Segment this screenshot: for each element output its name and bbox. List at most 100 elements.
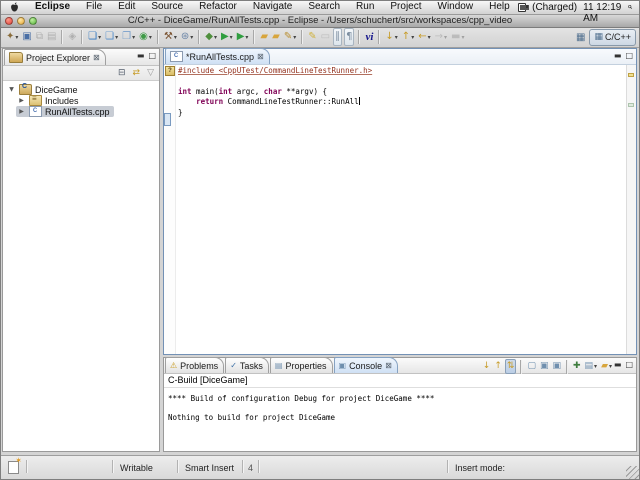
- scroll-lock-button[interactable]: ⇅: [504, 359, 517, 374]
- code-line[interactable]: }: [178, 108, 624, 118]
- back-button[interactable]: ← ▾: [417, 29, 431, 45]
- dropdown-arrow-icon[interactable]: ▾: [174, 34, 177, 41]
- tree-expand-arrow-icon[interactable]: ▶: [17, 97, 26, 104]
- menu-window[interactable]: Window: [430, 0, 482, 14]
- new-source-folder-button[interactable]: ❏ ▾: [87, 29, 102, 45]
- build-all-button[interactable]: ⊛ ▾: [180, 29, 194, 45]
- tree-item-includes[interactable]: ▶ Includes: [3, 94, 159, 106]
- dropdown-arrow-icon[interactable]: ▾: [411, 34, 414, 41]
- collapse-all-button[interactable]: ⊟: [117, 67, 127, 79]
- debug-button[interactable]: ◆ ▾: [204, 29, 218, 45]
- dropdown-arrow-icon[interactable]: ▾: [98, 34, 101, 41]
- code-line[interactable]: [178, 76, 624, 86]
- external-tools-button[interactable]: ▶ ▾: [236, 29, 250, 45]
- menu-edit[interactable]: Edit: [110, 0, 143, 14]
- code-line[interactable]: int main(int argc, char **argv) {: [178, 87, 624, 97]
- tree-item-runalltests-cpp[interactable]: ▶ RunAllTests.cpp: [3, 105, 159, 117]
- highlight-button[interactable]: ✎: [307, 29, 317, 45]
- tab-console[interactable]: ▣ Console ⊠: [333, 357, 398, 373]
- minimize-console-button[interactable]: ▬: [614, 360, 622, 370]
- new-wizard-button[interactable]: ✦ ▾: [5, 29, 19, 45]
- dropdown-arrow-icon[interactable]: ▾: [428, 34, 431, 41]
- code-text[interactable]: #include <CppUTest/CommandLineTestRunner…: [178, 66, 624, 118]
- dropdown-arrow-icon[interactable]: ▾: [293, 34, 296, 41]
- menu-eclipse[interactable]: Eclipse: [27, 0, 78, 14]
- tab-problems[interactable]: ⚠ Problems: [165, 357, 225, 373]
- open-perspective-button[interactable]: ▦: [574, 32, 587, 43]
- view-menu-button[interactable]: ▽: [146, 67, 155, 79]
- remove-all-launches-button[interactable]: ▣: [551, 360, 562, 373]
- save-button[interactable]: ▣: [21, 29, 32, 45]
- code-line[interactable]: #include <CppUTest/CommandLineTestRunner…: [178, 66, 624, 76]
- tree-expand-arrow-icon[interactable]: ▶: [17, 108, 26, 115]
- minimize-view-button[interactable]: ▬: [137, 51, 145, 61]
- tab-properties[interactable]: ▤ Properties: [269, 357, 333, 373]
- open-resource-button[interactable]: ▰: [271, 29, 281, 45]
- new-class-button[interactable]: ◉ ▾: [138, 29, 153, 45]
- dropdown-arrow-icon[interactable]: ▾: [15, 34, 18, 41]
- dropdown-arrow-icon[interactable]: ▾: [214, 34, 217, 41]
- overview-warning-marker[interactable]: [628, 73, 634, 77]
- tree-expand-arrow-icon[interactable]: ▼: [7, 86, 16, 93]
- menu-clock[interactable]: Sun Jul 11 12:19 AM: [583, 0, 622, 24]
- tab-project-explorer[interactable]: Project Explorer ⊠: [4, 49, 106, 65]
- battery-label[interactable]: (Charged): [532, 2, 577, 13]
- display-console-button[interactable]: ▤ ▾: [584, 360, 599, 373]
- spotlight-icon[interactable]: [628, 2, 633, 12]
- menu-file[interactable]: File: [78, 0, 110, 14]
- tree-item-dicegame[interactable]: ▼ DiceGame: [3, 83, 159, 95]
- remove-launch-button[interactable]: ▣: [539, 360, 550, 373]
- overview-cursor-marker[interactable]: [628, 103, 634, 107]
- maximize-console-button[interactable]: □: [625, 360, 633, 370]
- overview-ruler[interactable]: [626, 65, 636, 354]
- menu-run[interactable]: Run: [348, 0, 382, 14]
- open-console-button[interactable]: ▰ ▾: [600, 360, 613, 373]
- new-source-file-button[interactable]: ❏ ▾: [104, 29, 119, 45]
- pin-console-button[interactable]: ✚: [572, 360, 582, 373]
- perspective-cpp-button[interactable]: ▦ C/C++: [589, 28, 636, 46]
- tab-runalltests[interactable]: *RunAllTests.cpp ⊠: [165, 48, 270, 64]
- close-console-tab-icon[interactable]: ⊠: [385, 361, 392, 370]
- dropdown-arrow-icon[interactable]: ▾: [444, 34, 447, 41]
- dropdown-arrow-icon[interactable]: ▾: [115, 34, 118, 41]
- close-view-icon[interactable]: ⊠: [93, 53, 100, 62]
- close-editor-icon[interactable]: ⊠: [257, 52, 264, 61]
- dropdown-arrow-icon[interactable]: ▾: [149, 34, 152, 41]
- code-line[interactable]: return CommandLineTestRunner::RunAll: [178, 97, 624, 107]
- close-window-button[interactable]: [5, 16, 13, 25]
- vi-plugin-button[interactable]: vi: [364, 29, 374, 45]
- battery-icon[interactable]: [517, 2, 530, 12]
- dropdown-arrow-icon[interactable]: ▾: [395, 34, 398, 41]
- maximize-editor-button[interactable]: □: [625, 51, 633, 61]
- menu-source[interactable]: Source: [143, 0, 191, 14]
- dropdown-arrow-icon[interactable]: ▾: [190, 34, 193, 41]
- minimize-editor-button[interactable]: ▬: [614, 51, 622, 61]
- link-with-editor-button[interactable]: ⇄: [132, 67, 142, 79]
- maximize-view-button[interactable]: □: [148, 51, 156, 61]
- editor-content[interactable]: ? #include <CppUTest/CommandLineTestRunn…: [164, 65, 636, 354]
- tab-tasks[interactable]: ✓ Tasks: [225, 357, 269, 373]
- word-wrap-button[interactable]: ∥: [333, 28, 343, 46]
- dropdown-arrow-icon[interactable]: ▾: [230, 34, 233, 41]
- show-whitespace-button[interactable]: ¶: [344, 28, 355, 46]
- open-element-button[interactable]: ▰: [259, 29, 269, 45]
- dropdown-arrow-icon[interactable]: ▾: [245, 34, 248, 41]
- search-button[interactable]: ✎ ▾: [283, 29, 297, 45]
- menu-refactor[interactable]: Refactor: [191, 0, 245, 14]
- next-annotation-button[interactable]: ↓ ▾: [384, 29, 398, 45]
- scroll-down-button[interactable]: ↓: [482, 360, 492, 373]
- dropdown-arrow-icon[interactable]: ▾: [609, 363, 612, 370]
- zoom-window-button[interactable]: [29, 16, 37, 25]
- menu-help[interactable]: Help: [481, 0, 518, 14]
- editor-gutter[interactable]: ?: [164, 65, 176, 354]
- dropdown-arrow-icon[interactable]: ▾: [461, 34, 464, 41]
- menu-search[interactable]: Search: [300, 0, 348, 14]
- run-button[interactable]: ▶ ▾: [220, 29, 234, 45]
- menu-project[interactable]: Project: [382, 0, 429, 14]
- dropdown-arrow-icon[interactable]: ▾: [132, 34, 135, 41]
- menu-navigate[interactable]: Navigate: [245, 0, 300, 14]
- new-header-file-button[interactable]: ❐ ▾: [121, 29, 136, 45]
- clear-console-button[interactable]: ▢: [526, 360, 537, 373]
- scroll-up-button[interactable]: ↑: [493, 360, 503, 373]
- resize-grip[interactable]: [626, 466, 639, 479]
